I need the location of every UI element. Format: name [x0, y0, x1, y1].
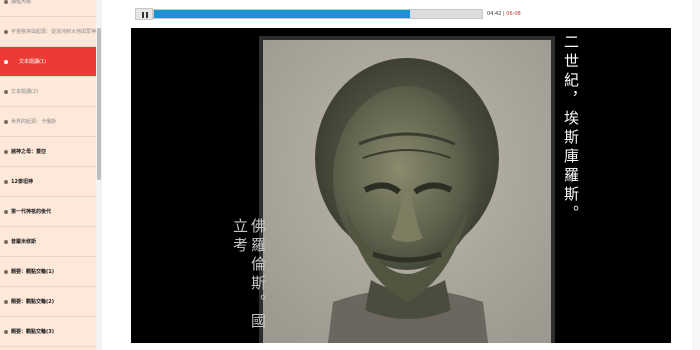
video-screen[interactable]: 二世紀，埃斯庫羅斯。 佛羅倫斯。國立考 [131, 28, 671, 343]
bust-image [263, 40, 551, 343]
pause-icon [142, 12, 144, 18]
sidebar-item-label: 諸神之母：蓋亞 [11, 149, 47, 155]
sidebar-item-label: 12泰坦神 [11, 179, 33, 185]
bullet-icon [4, 270, 8, 274]
sidebar-item-label: 文本閱讀(1) [19, 59, 47, 65]
sidebar-item-label: 文本閱讀(2) [11, 89, 39, 95]
sidebar-item-label: 題要：觀點交輪(2) [11, 299, 55, 305]
sidebar-item[interactable]: 題要：觀點交輪(1) [0, 257, 96, 287]
bullet-icon [4, 90, 8, 94]
sidebar-scrollbar[interactable] [96, 0, 102, 350]
sidebar-item[interactable]: 世界的起源：卡俄斯 [0, 107, 96, 137]
sidebar-item[interactable]: 普羅米修斯 [0, 227, 96, 257]
sidebar-item-label: 題要：觀點交輪(1) [11, 269, 55, 275]
bullet-icon [4, 150, 8, 154]
time-separator: | [503, 11, 505, 17]
sidebar-item-label: 第一代神祇的後代 [11, 209, 52, 215]
sidebar-item[interactable]: 文本閱讀(2) [0, 77, 96, 107]
play-pause-button[interactable] [135, 8, 153, 20]
sidebar-item-label: 題要：觀點交輪(3) [11, 329, 55, 335]
video-frame [259, 36, 555, 343]
bullet-icon [4, 0, 8, 4]
sidebar-item-label: 宇宙秩序與起源：從混沌到大地與眾神 [11, 29, 96, 35]
sidebar-scrollbar-thumb[interactable] [97, 28, 101, 180]
bullet-icon [4, 180, 8, 184]
caption-right: 二世紀，埃斯庫羅斯。 [562, 34, 580, 224]
total-time: 06:08 [506, 11, 521, 17]
progress-bar[interactable] [153, 9, 483, 19]
sidebar-item-label: 課程大綱 [11, 0, 32, 5]
bullet-icon [4, 120, 8, 124]
progress-fill [154, 10, 410, 18]
sidebar-item[interactable]: 諸神之母：蓋亞 [0, 137, 96, 167]
sidebar-item[interactable]: 12泰坦神 [0, 167, 96, 197]
bullet-icon [4, 210, 8, 214]
caption-left: 佛羅倫斯。國立考 [231, 218, 267, 332]
sidebar-item[interactable]: 文本閱讀(1) [0, 47, 96, 77]
sidebar-item-label: 世界的起源：卡俄斯 [11, 119, 57, 125]
chapter-sidebar: 課程大綱宇宙秩序與起源：從混沌到大地與眾神文本閱讀(1) 文本閱讀(2) 世界的起源… [0, 0, 96, 350]
bullet-icon [4, 300, 8, 304]
bullet-icon [4, 30, 8, 34]
sidebar-item-label: 普羅米修斯 [11, 239, 37, 245]
bullet-icon [4, 60, 8, 64]
sidebar-item[interactable]: 宇宙秩序與起源：從混沌到大地與眾神 [0, 17, 96, 47]
sidebar-item[interactable]: 課程大綱 [0, 0, 96, 17]
current-time: 04:42 [487, 11, 502, 17]
time-display: 04:42 | 06:08 [487, 8, 521, 20]
sidebar-item[interactable]: 第一代神祇的後代 [0, 197, 96, 227]
page-scroll-edge [692, 0, 700, 350]
bullet-icon [4, 330, 8, 334]
bust-photo [263, 40, 551, 343]
sidebar-item[interactable]: 題要：觀點交輪(2) [0, 287, 96, 317]
player-controls: 04:42 | 06:08 [135, 8, 667, 20]
pause-icon-bar [146, 12, 148, 18]
sidebar-item[interactable]: 題要：觀點交輪(3) [0, 317, 96, 347]
video-player: 04:42 | 06:08 二世紀，埃斯庫羅斯。 佛羅倫斯。國立考 [131, 0, 671, 350]
bullet-icon [4, 240, 8, 244]
